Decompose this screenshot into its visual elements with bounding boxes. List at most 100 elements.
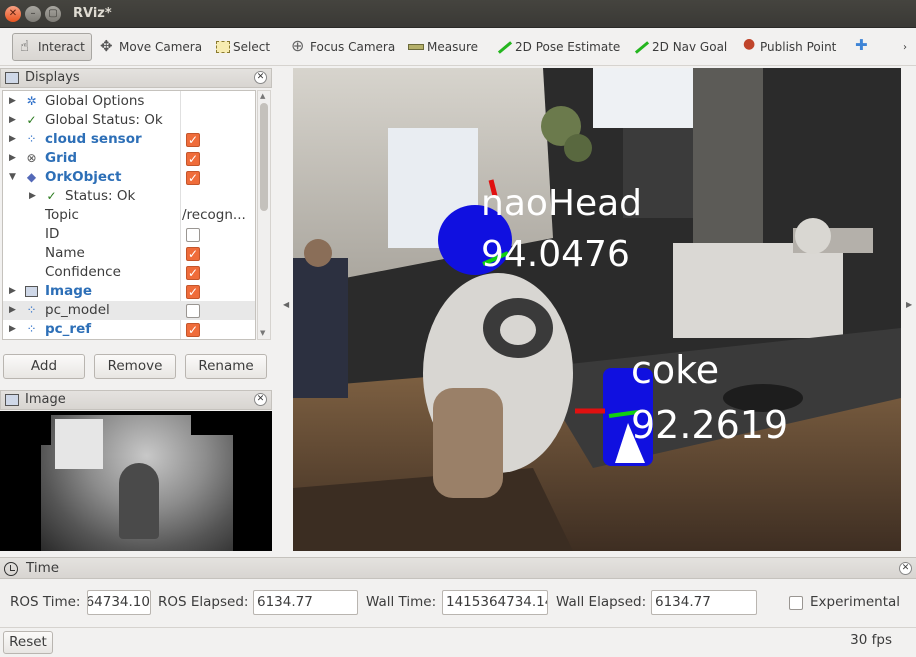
scrollbar-thumb[interactable] xyxy=(260,103,268,211)
experimental-checkbox[interactable] xyxy=(789,596,803,610)
ros-elapsed-field[interactable]: 6134.77 xyxy=(253,590,358,615)
expand-arrow-icon[interactable]: ▶ xyxy=(9,320,19,339)
wall-time-field[interactable]: 1415364734.14 xyxy=(442,590,548,615)
depth-shadow xyxy=(191,415,233,435)
tool-2d-pose-estimate[interactable]: 2D Pose Estimate xyxy=(496,33,620,61)
image-icon xyxy=(5,394,19,406)
tree-row-global-options[interactable]: ▶ ✲ Global Options xyxy=(3,92,255,111)
check-icon: ✓ xyxy=(46,189,57,203)
tree-row-pc-model[interactable]: ▶ ⁘ pc_model xyxy=(3,301,255,320)
right-dock-grip-icon[interactable]: ▶ xyxy=(906,300,912,309)
collapse-arrow-icon[interactable]: ▼ xyxy=(9,168,19,187)
row-label: Topic xyxy=(45,207,79,223)
pin-icon xyxy=(741,36,757,55)
displays-panel-header: Displays ✕ xyxy=(0,68,272,88)
tree-row-topic[interactable]: Topic /recogn... xyxy=(3,206,255,225)
reset-button[interactable]: Reset xyxy=(3,631,53,654)
add-tool-button[interactable] xyxy=(855,33,874,61)
tool-interact[interactable]: Interact xyxy=(12,33,92,61)
depth-person-silhouette xyxy=(119,463,159,539)
enable-checkbox[interactable] xyxy=(186,283,200,302)
tool-2d-nav-goal[interactable]: 2D Nav Goal xyxy=(633,33,727,61)
expand-arrow-icon[interactable]: ▶ xyxy=(29,187,39,206)
close-icon[interactable]: ✕ xyxy=(254,393,267,406)
tool-label: Select xyxy=(233,40,271,54)
expand-arrow-icon[interactable]: ▶ xyxy=(9,149,19,168)
grid-icon: ⊗ xyxy=(26,151,37,165)
displays-tree: ▶ ✲ Global Options ▶ ✓ Global Status: Ok… xyxy=(2,90,256,340)
close-icon[interactable]: ✕ xyxy=(899,562,912,575)
image-panel-header: Image ✕ xyxy=(0,390,272,410)
add-button[interactable]: Add xyxy=(3,354,85,379)
enable-checkbox[interactable] xyxy=(186,150,200,169)
tool-label: Move Camera xyxy=(119,40,203,54)
tree-row-id[interactable]: ID xyxy=(3,225,255,244)
tool-label: 2D Pose Estimate xyxy=(515,40,621,54)
focus-icon xyxy=(291,36,307,55)
expand-arrow-icon[interactable]: ▶ xyxy=(9,130,19,149)
time-panel-title: Time xyxy=(26,560,60,576)
tool-move-camera[interactable]: Move Camera xyxy=(100,33,202,61)
maximize-window-button[interactable]: ▢ xyxy=(45,6,61,22)
row-label: pc_model xyxy=(45,302,110,318)
tree-row-cloud-sensor[interactable]: ▶ ⁘ cloud sensor xyxy=(3,130,255,150)
select-icon xyxy=(216,41,230,53)
row-label: Confidence xyxy=(45,264,121,280)
tree-row-global-status[interactable]: ▶ ✓ Global Status: Ok xyxy=(3,111,255,130)
image-view xyxy=(0,411,272,551)
enable-checkbox[interactable] xyxy=(186,321,200,339)
ros-elapsed-label: ROS Elapsed: xyxy=(158,594,249,610)
enable-checkbox[interactable] xyxy=(186,264,200,283)
enable-checkbox[interactable] xyxy=(186,304,200,318)
row-label: pc_ref xyxy=(45,321,92,337)
row-label: cloud sensor xyxy=(45,131,142,147)
toolbar-overflow-button[interactable]: › xyxy=(903,33,907,61)
enable-checkbox[interactable] xyxy=(186,228,200,242)
close-window-button[interactable]: ✕ xyxy=(5,6,21,22)
topic-value[interactable]: /recogn... xyxy=(182,206,254,225)
tool-publish-point[interactable]: Publish Point xyxy=(741,33,836,61)
tool-focus-camera[interactable]: Focus Camera xyxy=(291,33,395,61)
remove-button[interactable]: Remove xyxy=(94,354,176,379)
status-divider xyxy=(0,627,916,628)
point-cloud-scene xyxy=(293,68,901,551)
rename-button[interactable]: Rename xyxy=(185,354,267,379)
tree-row-image[interactable]: ▶ Image xyxy=(3,282,255,302)
left-dock-grip-icon[interactable]: ◀ xyxy=(283,300,289,309)
scroll-down-icon[interactable]: ▼ xyxy=(260,329,265,337)
tool-label: Measure xyxy=(427,40,478,54)
tree-row-ork-status[interactable]: ▶ ✓ Status: Ok xyxy=(3,187,255,206)
3d-render-view[interactable]: naoHead 94.0476 coke 92.2619 xyxy=(293,68,901,551)
tool-label: Focus Camera xyxy=(310,40,396,54)
expand-arrow-icon[interactable]: ▶ xyxy=(9,92,19,111)
tree-row-orkobject[interactable]: ▼ ◆ OrkObject xyxy=(3,168,255,188)
tree-row-grid[interactable]: ▶ ⊗ Grid xyxy=(3,149,255,169)
gear-icon: ✲ xyxy=(26,94,37,108)
wall-elapsed-label: Wall Elapsed: xyxy=(556,594,647,610)
tool-measure[interactable]: Measure xyxy=(408,33,478,61)
image-icon xyxy=(25,286,38,297)
enable-checkbox[interactable] xyxy=(186,131,200,150)
wall-elapsed-field[interactable]: 6134.77 xyxy=(651,590,757,615)
ros-time-field[interactable]: 1415364734.10 xyxy=(87,590,151,615)
expand-arrow-icon[interactable]: ▶ xyxy=(9,282,19,301)
move-icon xyxy=(100,37,116,55)
tree-row-name[interactable]: Name xyxy=(3,244,255,264)
tool-select[interactable]: Select xyxy=(216,33,270,61)
close-icon[interactable]: ✕ xyxy=(254,71,267,84)
enable-checkbox[interactable] xyxy=(186,245,200,264)
title-bar: ✕ – ▢ RViz* xyxy=(0,0,916,28)
row-label: Global Status: Ok xyxy=(45,112,163,128)
enable-checkbox[interactable] xyxy=(186,169,200,188)
tool-label: 2D Nav Goal xyxy=(652,40,728,54)
expand-arrow-icon[interactable]: ▶ xyxy=(9,111,19,130)
minimize-window-button[interactable]: – xyxy=(25,6,41,22)
tree-row-pc-ref[interactable]: ▶ ⁘ pc_ref xyxy=(3,320,255,339)
displays-scrollbar[interactable]: ▲ ▼ xyxy=(257,90,271,340)
fps-readout: 30 fps xyxy=(850,632,892,648)
tree-row-confidence[interactable]: Confidence xyxy=(3,263,255,283)
scroll-up-icon[interactable]: ▲ xyxy=(260,92,265,100)
expand-arrow-icon[interactable]: ▶ xyxy=(9,301,19,320)
depth-image xyxy=(41,415,233,551)
image-panel-title: Image xyxy=(25,392,66,407)
